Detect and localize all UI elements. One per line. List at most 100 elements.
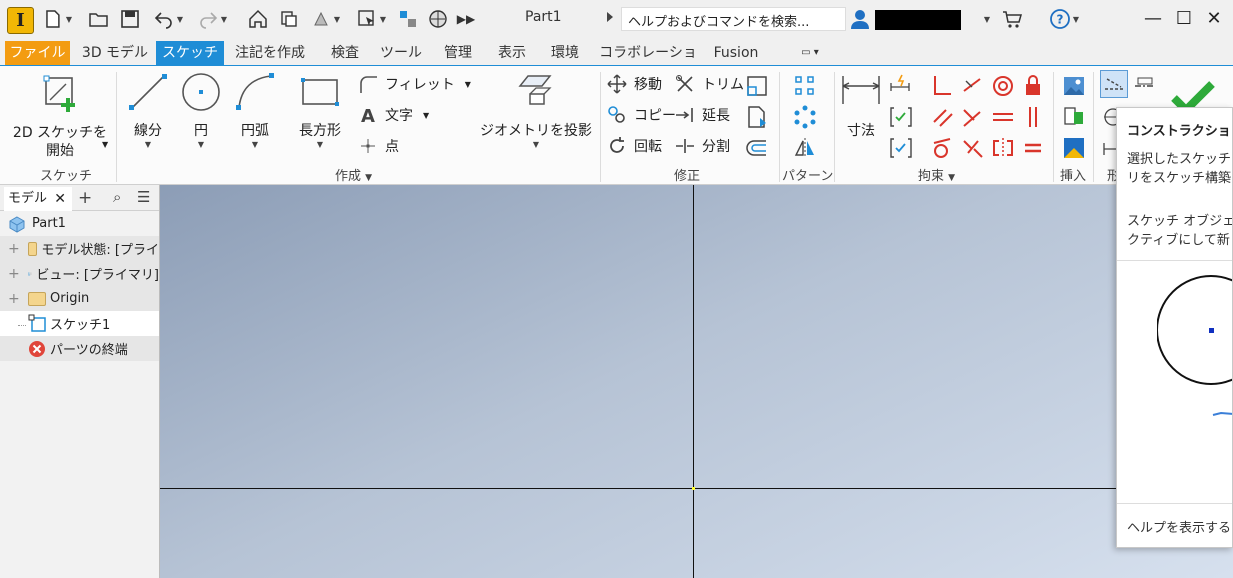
tree-item-view[interactable]: + ビュー: [プライマリ] xyxy=(0,261,159,286)
start-sketch-dropdown-icon[interactable]: ▼ xyxy=(102,140,108,149)
tab-file[interactable]: ファイル xyxy=(5,41,70,65)
fix-constraint-button[interactable] xyxy=(1020,73,1046,99)
search-icon[interactable]: ⌕ xyxy=(113,188,121,206)
panel-label-create[interactable]: 作成 ▼ xyxy=(335,165,372,184)
expand-icon[interactable]: + xyxy=(8,266,20,282)
centerline-button[interactable] xyxy=(1132,72,1158,98)
line-dropdown-icon: ▼ xyxy=(144,140,152,149)
tab-fusion[interactable]: Fusion xyxy=(707,41,765,65)
horizontal-constraint-button[interactable] xyxy=(990,104,1016,130)
insert-points-button[interactable] xyxy=(1061,104,1087,130)
tab-tools[interactable]: ツール xyxy=(378,41,424,65)
insert-image-button[interactable] xyxy=(1061,73,1087,99)
save-button[interactable] xyxy=(118,6,142,32)
mirror-button[interactable] xyxy=(792,135,818,161)
sketch-origin-point[interactable] xyxy=(692,487,695,490)
vertical-constraint-button[interactable] xyxy=(1020,104,1046,130)
tab-manage[interactable]: 管理 xyxy=(434,41,482,65)
search-expand-icon[interactable] xyxy=(607,12,613,22)
tab-environments[interactable]: 環境 xyxy=(543,41,587,65)
menu-icon[interactable]: ☰ xyxy=(137,188,150,206)
move-button[interactable]: 移動 xyxy=(606,72,662,96)
extend-button[interactable]: 延長 xyxy=(674,103,730,127)
minimize-button[interactable]: — xyxy=(1139,5,1167,31)
split-button[interactable]: 分割 xyxy=(674,134,730,158)
tab-model-browser[interactable]: モデル ✕ xyxy=(4,187,72,211)
text-button[interactable]: A 文字 ▼ xyxy=(357,103,429,127)
tree-item-sketch1[interactable]: スケッチ1 xyxy=(0,311,159,336)
symmetric-constraint-button[interactable] xyxy=(990,135,1016,161)
scale-button[interactable] xyxy=(744,73,770,99)
coincident-constraint-button[interactable] xyxy=(930,73,956,99)
project-geometry-button[interactable]: ジオメトリを投影 ▼ xyxy=(478,70,594,149)
projects-button[interactable] xyxy=(276,6,302,32)
tab-collaborate[interactable]: コラボレーション xyxy=(596,41,700,85)
inventor-logo[interactable]: I xyxy=(7,7,34,34)
tab-view[interactable]: 表示 xyxy=(490,41,534,65)
constraint-settings-button[interactable] xyxy=(888,135,914,161)
add-browser-icon[interactable]: + xyxy=(78,188,92,208)
equal-constraint-button[interactable] xyxy=(1020,135,1046,161)
redo-button[interactable]: ▼ xyxy=(193,6,231,32)
store-button[interactable] xyxy=(998,6,1026,32)
visual-style-button[interactable] xyxy=(425,6,451,32)
rotate-button[interactable]: 回転 xyxy=(606,134,662,158)
smooth-constraint-button[interactable] xyxy=(960,135,986,161)
expand-icon[interactable]: + xyxy=(8,241,20,257)
tree-item-part[interactable]: Part1 xyxy=(0,211,159,236)
tab-annotate[interactable]: 注記を作成 xyxy=(228,41,312,65)
fillet-label: フィレット xyxy=(385,77,455,93)
tree-item-model-state[interactable]: + モデル状態: [プライ xyxy=(0,236,159,261)
user-icon[interactable] xyxy=(850,8,870,34)
line-button[interactable]: 線分 ▼ xyxy=(124,70,172,149)
open-button[interactable] xyxy=(87,6,111,32)
account-dropdown[interactable]: ▼ xyxy=(980,6,992,32)
auto-dimension-button[interactable] xyxy=(888,73,914,99)
rectangular-pattern-button[interactable] xyxy=(792,73,818,99)
new-file-button[interactable]: ▼ xyxy=(42,6,72,32)
point-button[interactable]: 点 xyxy=(357,134,399,158)
tree-item-origin[interactable]: + Origin xyxy=(0,286,159,311)
help-button[interactable]: ? ▼ xyxy=(1043,6,1085,32)
fillet-button[interactable]: フィレット ▼ xyxy=(357,72,471,96)
rectangle-button[interactable]: 長方形 ▼ xyxy=(294,70,346,149)
tab-3d-model[interactable]: 3D モデル xyxy=(76,41,154,65)
tab-inspect[interactable]: 検査 xyxy=(320,41,370,65)
graphics-window[interactable] xyxy=(160,185,1233,578)
stretch-button[interactable] xyxy=(744,104,770,130)
maximize-button[interactable]: ☐ xyxy=(1170,5,1198,31)
acad-button[interactable] xyxy=(1061,135,1087,161)
close-browser-icon[interactable]: ✕ xyxy=(54,187,66,211)
collinear-constraint-button[interactable] xyxy=(960,73,986,99)
parallel-constraint-button[interactable] xyxy=(930,104,956,130)
undo-button[interactable]: ▼ xyxy=(148,6,188,32)
concentric-constraint-button[interactable] xyxy=(990,73,1016,99)
appearance-button[interactable]: ▼ xyxy=(305,6,345,32)
show-constraints-button[interactable] xyxy=(888,104,914,130)
tab-sketch[interactable]: スケッチ xyxy=(156,41,224,65)
ribbon-display-toggle[interactable]: ▭ ▾ xyxy=(790,41,830,65)
folder-icon xyxy=(28,291,46,306)
update-button[interactable] xyxy=(395,6,421,32)
tangent-constraint-button[interactable] xyxy=(930,135,956,161)
offset-button[interactable] xyxy=(744,135,770,161)
construction-toggle-button[interactable] xyxy=(1100,70,1128,98)
copy-button[interactable]: コピー xyxy=(606,103,676,127)
arc-button[interactable]: 円弧 ▼ xyxy=(232,70,278,149)
start-sketch-label-2: 開始 xyxy=(46,143,74,159)
tree-item-end-of-part[interactable]: パーツの終端 xyxy=(0,336,159,361)
start-sketch-icon xyxy=(43,75,75,112)
panel-label-constrain[interactable]: 拘束 ▼ xyxy=(918,165,955,184)
more-commands-button[interactable]: ▶▶ xyxy=(456,6,476,32)
circle-button[interactable]: 円 ▼ xyxy=(178,70,224,149)
select-button[interactable]: ▼ xyxy=(351,6,391,32)
perpendicular-constraint-button[interactable] xyxy=(960,104,986,130)
home-button[interactable] xyxy=(245,6,271,32)
start-2d-sketch-button[interactable]: 2D スケッチを 開始 xyxy=(10,72,110,160)
close-button[interactable]: ✕ xyxy=(1200,5,1228,31)
circular-pattern-button[interactable] xyxy=(792,104,818,130)
dimension-button[interactable]: 寸法 xyxy=(838,70,884,140)
trim-button[interactable]: トリム xyxy=(674,72,744,96)
expand-icon[interactable]: + xyxy=(8,291,20,307)
help-search-input[interactable]: ヘルプおよびコマンドを検索... xyxy=(621,7,846,31)
